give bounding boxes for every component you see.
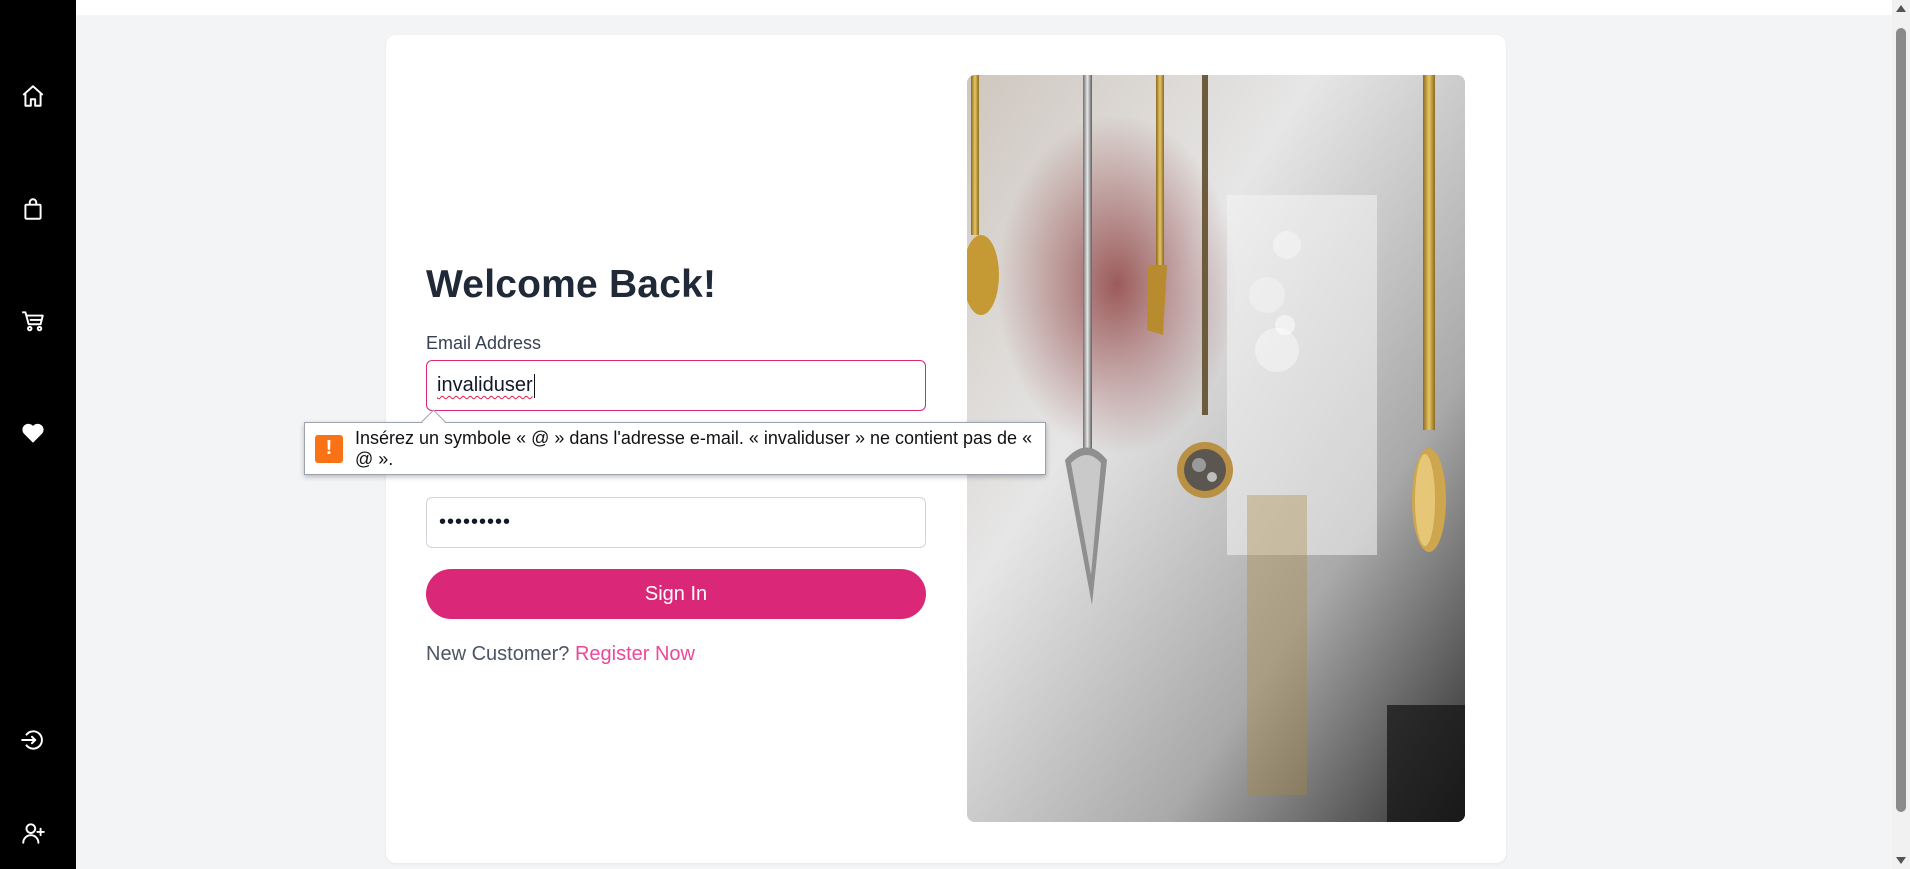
user-plus-icon[interactable] xyxy=(18,818,48,848)
text-caret xyxy=(533,373,535,398)
top-bar xyxy=(76,0,1892,15)
password-value: ••••••••• xyxy=(439,511,512,533)
shopping-bag-icon[interactable] xyxy=(18,194,48,224)
sidebar xyxy=(0,0,76,869)
email-field[interactable]: invaliduser xyxy=(426,360,926,411)
vertical-scrollbar[interactable] xyxy=(1892,0,1910,869)
warning-icon: ! xyxy=(315,434,343,463)
cart-icon[interactable] xyxy=(18,306,48,336)
scroll-down-icon[interactable] xyxy=(1896,857,1906,864)
email-label: Email Address xyxy=(426,333,542,353)
new-customer-text: New Customer? xyxy=(426,643,570,665)
home-icon[interactable] xyxy=(18,81,48,111)
scroll-up-icon[interactable] xyxy=(1896,5,1906,12)
heart-icon[interactable] xyxy=(18,418,48,448)
password-field[interactable]: ••••••••• xyxy=(426,497,926,548)
validation-message: Insérez un symbole « @ » dans l'adresse … xyxy=(355,427,1033,469)
page-title: Welcome Back! xyxy=(426,263,717,306)
scroll-thumb[interactable] xyxy=(1896,28,1906,812)
login-icon[interactable] xyxy=(18,725,48,755)
register-link[interactable]: Register Now xyxy=(575,643,695,665)
validation-tooltip: ! Insérez un symbole « @ » dans l'adress… xyxy=(304,409,1046,475)
register-prompt: New Customer? Register Now xyxy=(426,643,695,666)
sign-in-button[interactable]: Sign In xyxy=(426,569,926,619)
email-value: invaliduser xyxy=(437,374,533,396)
